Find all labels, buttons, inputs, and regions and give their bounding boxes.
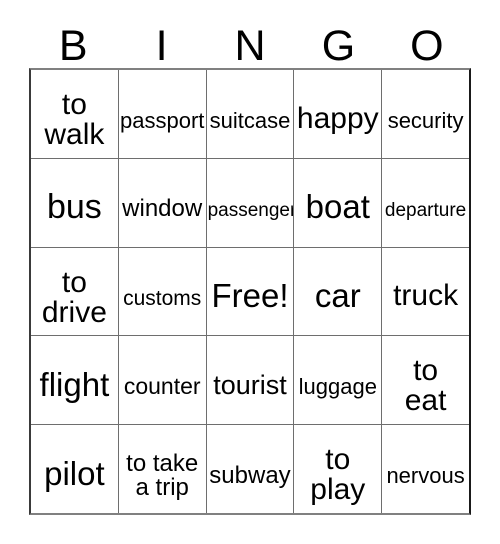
bingo-cell[interactable]: passenger (207, 158, 295, 247)
bingo-cell[interactable]: pilot (31, 425, 119, 513)
bingo-cell[interactable]: truck (382, 248, 469, 336)
bingo-cell[interactable]: boat (294, 158, 383, 247)
bingo-cell[interactable]: departure (382, 159, 469, 247)
bingo-cell-label: boat (305, 188, 370, 226)
bingo-cell-label: subway (209, 461, 291, 489)
header-letter-i: I (155, 22, 168, 70)
bingo-cell-label: happy (296, 101, 379, 135)
bingo-cell[interactable]: customs (119, 247, 207, 336)
bingo-cell-label: passenger (207, 199, 295, 221)
bingo-cell-label: to take a trip (126, 450, 199, 502)
bingo-cell-label: passport (120, 107, 205, 133)
bingo-cell-label: tourist (213, 370, 287, 401)
bingo-cell[interactable]: bus (31, 158, 119, 247)
bingo-cell-label: Free! (211, 277, 289, 315)
bingo-cell[interactable]: flight (31, 336, 119, 425)
bingo-cell-label: pilot (44, 454, 105, 492)
bingo-cell[interactable]: luggage (294, 336, 383, 425)
bingo-cell[interactable]: to take a trip (119, 425, 207, 513)
bingo-cell-label: to play (310, 443, 366, 507)
bingo-cell[interactable]: to play (294, 425, 383, 513)
bingo-cell[interactable]: tourist (207, 336, 295, 425)
header-letter-n: N (234, 22, 266, 70)
bingo-cell-label: to eat (404, 354, 447, 418)
bingo-cell-label: to walk (44, 88, 105, 152)
bingo-cell[interactable]: window (119, 158, 207, 247)
bingo-header: B I N G O (29, 18, 471, 68)
bingo-cell-label: bus (46, 187, 102, 226)
bingo-cell-label: truck (393, 279, 459, 313)
header-letter-g: G (321, 22, 356, 70)
bingo-cell[interactable]: subway (207, 425, 295, 513)
bingo-cell[interactable]: security (382, 70, 469, 158)
bingo-cell-label: window (122, 195, 203, 223)
bingo-cell[interactable]: happy (294, 70, 383, 158)
bingo-cell[interactable]: suitcase (207, 70, 295, 158)
bingo-cell[interactable]: counter (119, 336, 207, 425)
bingo-cell-label: flight (39, 365, 110, 403)
bingo-cell[interactable]: passport (119, 70, 207, 158)
bingo-cell-label: suitcase (209, 107, 291, 133)
bingo-grid: to walk passport suitcase happy security… (29, 68, 471, 515)
bingo-card: B I N G O to walk passport suitcase happ… (0, 0, 500, 544)
table-row: flight counter tourist luggage to eat (31, 336, 469, 426)
table-row: pilot to take a trip subway to play nerv… (31, 425, 469, 513)
table-row: bus window passenger boat departure (31, 158, 469, 248)
bingo-cell[interactable]: nervous (382, 425, 469, 513)
table-row: to walk passport suitcase happy security (31, 70, 469, 159)
table-row: to drive customs Free! car truck (31, 247, 469, 337)
bingo-cell-label: customs (123, 287, 202, 311)
bingo-cell[interactable]: to walk (31, 70, 119, 158)
bingo-cell-label: nervous (386, 463, 465, 488)
bingo-cell-label: to drive (41, 265, 107, 329)
bingo-cell[interactable]: to eat (382, 336, 469, 424)
bingo-cell-label: counter (123, 373, 201, 400)
header-letter-b: B (58, 22, 88, 70)
bingo-cell-label: car (314, 277, 361, 315)
bingo-cell-label: security (387, 107, 464, 133)
header-letter-o: O (410, 22, 444, 70)
bingo-cell[interactable]: to drive (31, 247, 119, 336)
bingo-cell[interactable]: car (294, 247, 383, 336)
bingo-cell-label: departure (384, 199, 467, 221)
bingo-cell-label: luggage (298, 374, 377, 400)
bingo-cell-free[interactable]: Free! (207, 247, 295, 336)
